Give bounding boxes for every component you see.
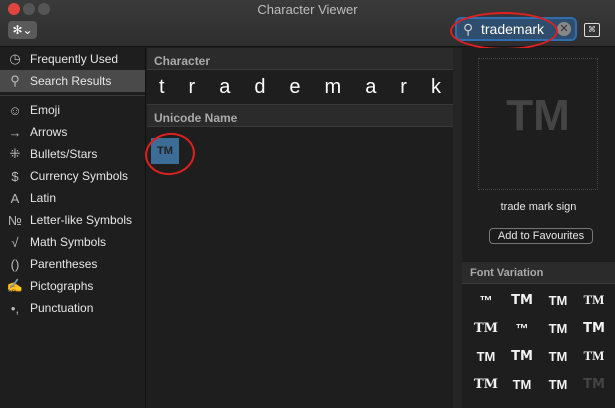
font-variation-cell[interactable]: TM — [468, 370, 504, 398]
category-icon: ◷ — [9, 51, 21, 66]
category-icon: A — [10, 190, 20, 206]
font-variation-cell[interactable]: TM — [540, 342, 576, 370]
sidebar-item-parentheses[interactable]: () Parentheses — [0, 253, 145, 275]
font-variation-cell[interactable]: TM — [540, 370, 576, 398]
category-icon: ✍ — [6, 278, 24, 293]
sidebar-item-label: Punctuation — [30, 301, 94, 315]
character-cell[interactable]: m — [325, 76, 342, 99]
font-variation-cell[interactable]: ™ — [504, 314, 540, 342]
character-row: trademark — [147, 70, 453, 105]
font-variation-cell[interactable]: TM — [540, 314, 576, 342]
sidebar-item-frequently-used[interactable]: ◷ Frequently Used — [0, 48, 145, 70]
category-icon: ⁜ — [9, 146, 21, 161]
category-icon: $ — [11, 168, 19, 184]
sidebar-item-label: Arrows — [30, 125, 68, 139]
add-to-favourites-button[interactable]: Add to Favourites — [489, 228, 593, 244]
character-name: trade mark sign — [500, 201, 577, 213]
character-cell[interactable]: a — [365, 76, 376, 99]
font-variation-cell[interactable]: TM — [576, 370, 612, 398]
clear-search-icon[interactable]: ✕ — [557, 22, 571, 36]
font-variation-cell[interactable]: TM — [468, 314, 504, 342]
font-variation-cell[interactable]: TM — [468, 342, 504, 370]
sidebar-item-math-symbols[interactable]: √ Math Symbols — [0, 231, 145, 253]
sidebar-item-label: Search Results — [30, 74, 112, 88]
character-cell[interactable]: e — [289, 76, 300, 99]
character-cell[interactable]: t — [159, 76, 165, 99]
sidebar-item-label: Bullets/Stars — [30, 147, 98, 161]
sidebar-item-bullets-stars[interactable]: ⁜ Bullets/Stars — [0, 143, 145, 165]
preview-glyph: TM — [506, 91, 570, 140]
sidebar-item-label: Pictographs — [30, 279, 94, 293]
font-variation-cell[interactable]: ™ — [468, 286, 504, 314]
sidebar-item-label: Currency Symbols — [30, 169, 129, 183]
sidebar-item-label: Math Symbols — [30, 235, 107, 249]
detail-pane: TM trade mark sign Add to Favourites Fon… — [462, 48, 615, 408]
character-cell[interactable]: d — [254, 76, 265, 99]
sidebar-item-currency-symbols[interactable]: $ Currency Symbols — [0, 165, 145, 187]
sidebar-item-arrows[interactable]: → Arrows — [0, 121, 145, 143]
sidebar-item-pictographs[interactable]: ✍ Pictographs — [0, 275, 145, 297]
keyboard-viewer-icon[interactable]: ⌘ — [584, 23, 600, 37]
font-variation-cell[interactable]: TM — [576, 286, 612, 314]
category-icon: № — [8, 212, 22, 228]
gear-menu-button[interactable]: ✻⌄ — [8, 21, 37, 39]
category-icon: → — [8, 124, 22, 140]
divider — [0, 95, 145, 96]
sidebar-item-punctuation[interactable]: •, Punctuation — [0, 297, 145, 319]
font-variation-cell[interactable]: TM — [540, 286, 576, 314]
category-icon: ☺ — [8, 102, 22, 118]
character-header: Character — [147, 48, 453, 70]
sidebar: ◷ Frequently Used ⚲ Search Results ☺ Emoji → Ar… — [0, 48, 146, 408]
sidebar-item-label: Latin — [30, 191, 57, 205]
category-icon: √ — [11, 234, 19, 250]
unicode-name-header: Unicode Name — [147, 105, 453, 127]
character-cell[interactable]: r — [189, 76, 196, 99]
divider[interactable] — [453, 48, 462, 408]
character-cell[interactable]: k — [431, 76, 441, 99]
sidebar-item-label: Letter-like Symbols — [30, 213, 133, 227]
sidebar-item-label: Emoji — [30, 103, 61, 117]
font-variation-grid: ™ TM TM TM TM ™ TM TM TM TM TM TM TM TM TM TM — [462, 286, 615, 398]
font-variation-header: Font Variation — [462, 262, 615, 284]
annotation-circle-search — [450, 12, 558, 50]
category-icon: ⚲ — [10, 73, 20, 88]
results-pane: Character trademark Unicode Name TM — [147, 48, 453, 408]
sidebar-item-emoji[interactable]: ☺ Emoji — [0, 99, 145, 121]
font-variation-cell[interactable]: TM — [504, 342, 540, 370]
category-icon: () — [10, 256, 20, 272]
category-icon: •, — [10, 300, 20, 316]
sidebar-item-label: Frequently Used — [30, 52, 119, 66]
font-variation-cell[interactable]: TM — [576, 342, 612, 370]
sidebar-item-search-results[interactable]: ⚲ Search Results — [0, 70, 145, 92]
font-variation-cell[interactable]: TM — [576, 314, 612, 342]
character-cell[interactable]: a — [219, 76, 230, 99]
sidebar-item-latin[interactable]: A Latin — [0, 187, 145, 209]
character-cell[interactable]: r — [400, 76, 407, 99]
sidebar-item-letter-like-symbols[interactable]: № Letter-like Symbols — [0, 209, 145, 231]
font-variation-cell[interactable]: TM — [504, 370, 540, 398]
sidebar-item-label: Parentheses — [30, 257, 98, 271]
character-preview: TM — [478, 58, 598, 190]
font-variation-cell[interactable]: TM — [504, 286, 540, 314]
